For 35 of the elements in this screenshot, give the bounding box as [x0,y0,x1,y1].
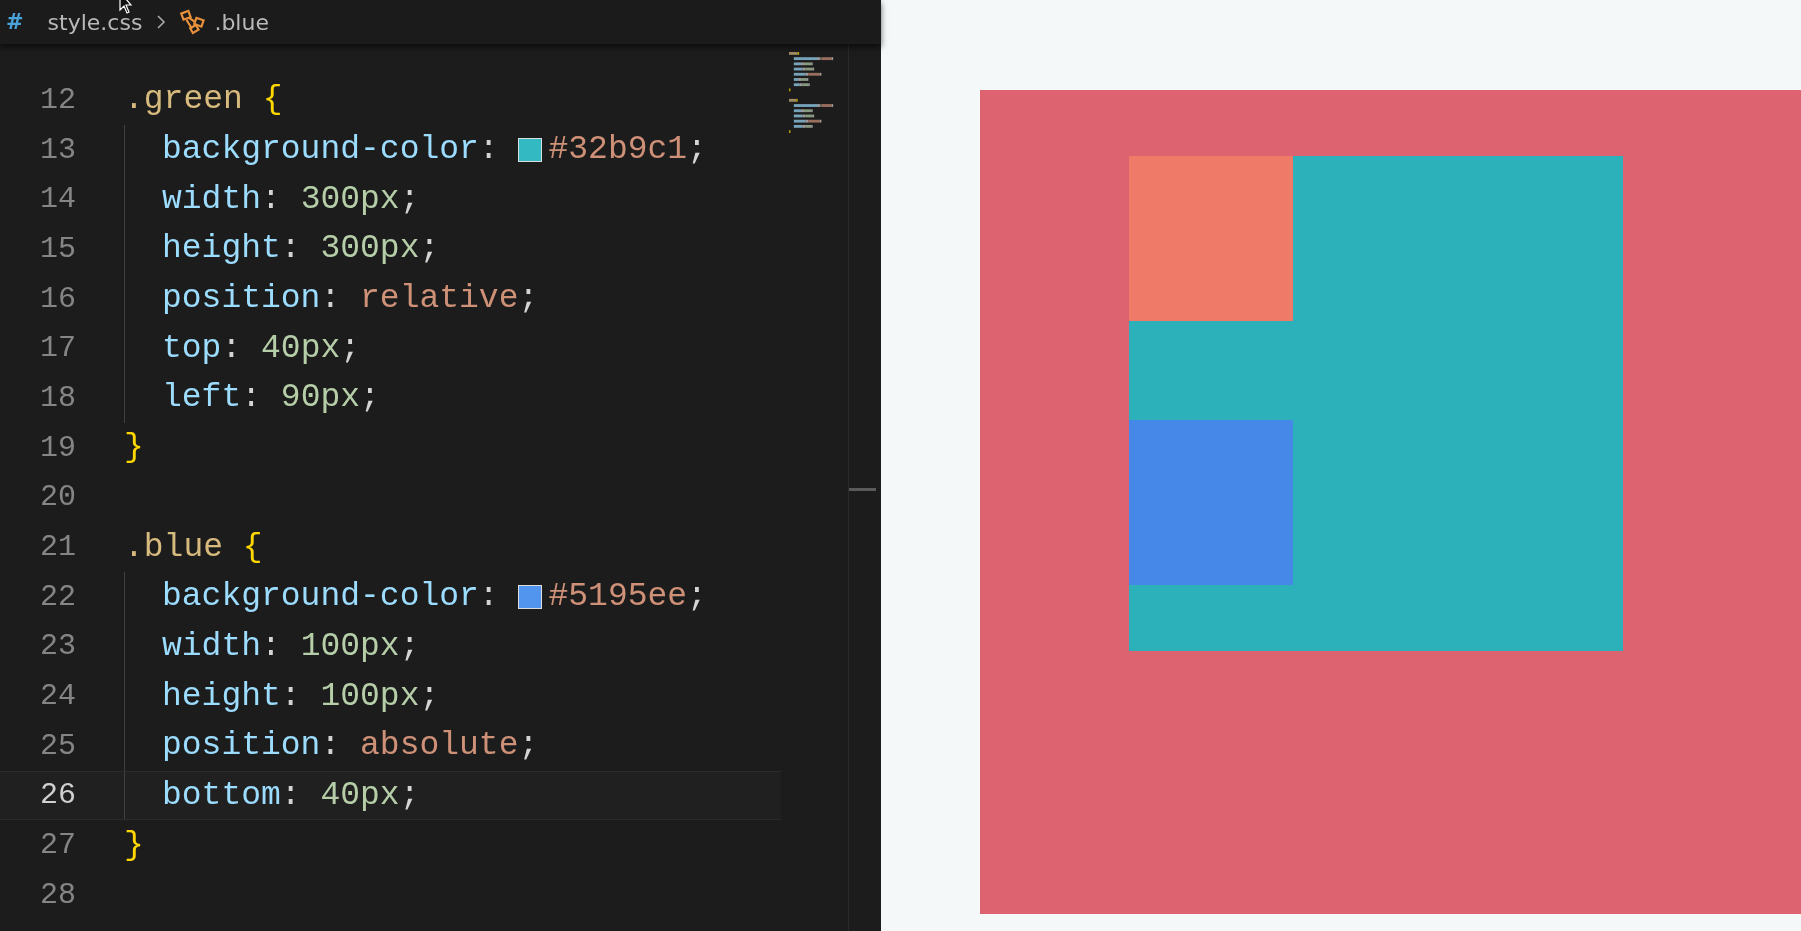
line-number: 19 [39,430,76,465]
code-line: .blue { [124,528,263,566]
line-number: 16 [39,281,76,316]
line-number: 25 [39,728,76,763]
code-line: left: 90px; [162,379,380,417]
code-line: top: 40px; [162,329,361,367]
code-line: .green { [124,81,283,119]
line-number: 18 [39,380,76,415]
code-line: position: relative; [162,280,539,318]
line-number: 27 [39,828,76,863]
line-number: 17 [39,331,76,366]
line-number: 12 [39,82,76,117]
line-number: 20 [39,480,76,515]
line-number: 26 [39,778,76,813]
code-line: height: 300px; [162,230,440,268]
code-line: position: absolute; [162,727,539,765]
code-line: width: 300px; [162,180,420,218]
line-number: 24 [39,679,76,714]
code-line: height: 100px; [162,677,440,715]
line-number: 21 [39,530,76,565]
code-line: } [124,429,144,467]
line-number: 14 [39,182,76,217]
breadcrumb-item[interactable]: .blue [214,9,269,35]
line-number: 22 [39,579,76,614]
line-number: 13 [39,132,76,167]
line-number: 15 [39,231,76,266]
code-line: background-color: #5195ee; [162,578,707,616]
breadcrumb-item[interactable]: style.css [47,9,143,35]
code-line: background-color: #32b9c1; [162,131,707,169]
code-line: bottom: 40px; [162,776,420,814]
code-line: } [124,826,144,864]
code-line: width: 100px; [162,627,420,665]
line-number: 28 [39,877,76,912]
css-file-icon: # [6,10,24,34]
line-number: 23 [39,629,76,664]
